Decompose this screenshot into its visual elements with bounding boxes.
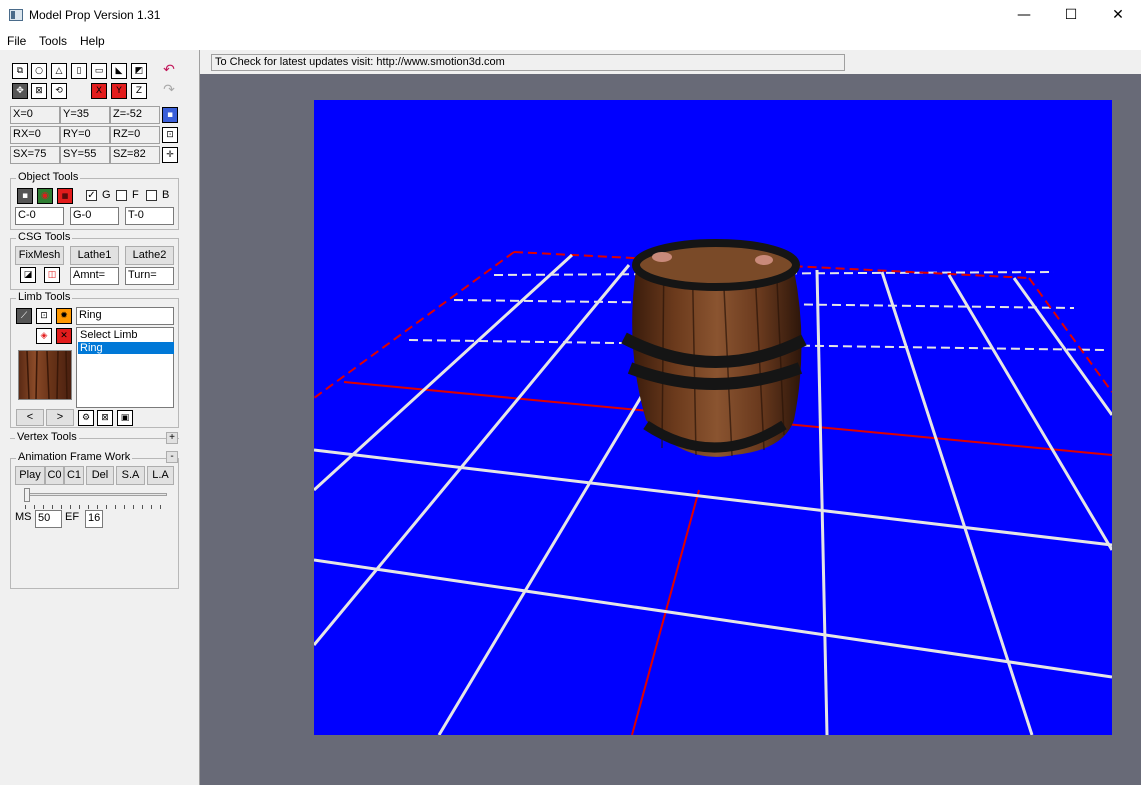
limb-name-input[interactable]: Ring: [76, 307, 174, 325]
limb-delete-icon[interactable]: ✕: [56, 328, 72, 344]
axis-x-button[interactable]: X: [91, 83, 107, 99]
x-scale-field[interactable]: SX=75: [10, 146, 60, 164]
menu-file[interactable]: File: [7, 34, 26, 48]
object-tools-label: Object Tools: [16, 171, 81, 183]
ef-field[interactable]: 16: [85, 510, 103, 528]
x-rotation-field[interactable]: RX=0: [10, 126, 60, 144]
color-icon[interactable]: ◉: [37, 188, 53, 204]
tool-panel: ⧉ ○ △ ▯ ▭ ◣ ◩ ↶ ✥ ⊠ ⟲ X Y Z ↷ X=0 Y=35 Z…: [0, 50, 200, 785]
select-icon[interactable]: ⊠: [31, 83, 47, 99]
limb-draw-icon[interactable]: ⟋: [16, 308, 32, 324]
menu-help[interactable]: Help: [80, 34, 105, 48]
title-bar: Model Prop Version 1.31 — ☐ ✕: [0, 0, 1141, 31]
frame-slider-track[interactable]: [25, 493, 167, 496]
axis-y-button[interactable]: Y: [111, 83, 127, 99]
app-icon: [9, 9, 23, 21]
limb-copy-icon[interactable]: ⊠: [97, 410, 113, 426]
z-scale-field[interactable]: SZ=82: [110, 146, 160, 164]
fixmesh-button[interactable]: FixMesh: [15, 246, 64, 265]
maximize-button[interactable]: ☐: [1048, 0, 1094, 31]
amount-field[interactable]: Amnt=: [70, 267, 119, 285]
b-checkbox[interactable]: [146, 190, 157, 201]
y-scale-field[interactable]: SY=55: [60, 146, 110, 164]
animation-collapse-button[interactable]: -: [166, 451, 178, 463]
scale-mode-icon[interactable]: ✛: [162, 147, 178, 163]
frame-slider-ticks: [25, 505, 167, 509]
t-field[interactable]: T-0: [125, 207, 174, 225]
cone-primitive-icon[interactable]: △: [51, 63, 67, 79]
limb-sun-icon[interactable]: ✹: [56, 308, 72, 324]
ms-label: MS: [15, 511, 32, 523]
delete-frame-button[interactable]: Del: [86, 466, 114, 485]
window-title: Model Prop Version 1.31: [29, 8, 161, 22]
limb-prev-button[interactable]: <: [16, 409, 44, 426]
z-rotation-field[interactable]: RZ=0: [110, 126, 160, 144]
limb-list-item-selected[interactable]: Ring: [78, 342, 174, 354]
limb-select-icon[interactable]: ⊡: [36, 308, 52, 324]
move-icon[interactable]: ✥: [12, 83, 28, 99]
3d-viewport[interactable]: [314, 100, 1112, 735]
play-button[interactable]: Play: [15, 466, 45, 485]
limb-gear-icon[interactable]: ⚙: [78, 410, 94, 426]
redo-icon[interactable]: ↷: [161, 83, 177, 99]
c1-button[interactable]: C1: [64, 466, 84, 485]
close-button[interactable]: ✕: [1095, 0, 1141, 31]
texture-preview: [18, 350, 72, 400]
lathe2-button[interactable]: Lathe2: [125, 246, 174, 265]
vertex-tools-label: Vertex Tools: [15, 431, 79, 443]
minimize-button[interactable]: —: [1001, 0, 1047, 31]
vertex-tools-group: Vertex Tools: [10, 431, 179, 443]
c0-button[interactable]: C0: [45, 466, 64, 485]
wedge-primitive-icon[interactable]: ◣: [111, 63, 127, 79]
limb-list-item[interactable]: Select Limb: [78, 329, 174, 341]
c-field[interactable]: C-0: [15, 207, 64, 225]
f-check-label: F: [132, 189, 139, 201]
axis-z-button[interactable]: Z: [131, 83, 147, 99]
undo-icon[interactable]: ↶: [161, 63, 177, 79]
f-checkbox[interactable]: [116, 190, 127, 201]
import-icon[interactable]: ◩: [131, 63, 147, 79]
y-position-field[interactable]: Y=35: [60, 106, 110, 124]
g-field[interactable]: G-0: [70, 207, 119, 225]
limb-list[interactable]: Select Limb Ring: [76, 327, 174, 408]
texture-icon[interactable]: ▦: [57, 188, 73, 204]
wood-texture-swatch: [19, 350, 71, 400]
viewport-scene: [314, 239, 1112, 735]
vertex-tools-expand-button[interactable]: +: [166, 432, 178, 444]
y-rotation-field[interactable]: RY=0: [60, 126, 110, 144]
x-position-field[interactable]: X=0: [10, 106, 60, 124]
g-checkbox[interactable]: ✓: [86, 190, 97, 201]
load-animation-button[interactable]: L.A: [147, 466, 174, 485]
csg-tools-label: CSG Tools: [16, 231, 73, 243]
plane-primitive-icon[interactable]: ▭: [91, 63, 107, 79]
cube-primitive-icon[interactable]: ⧉: [12, 63, 28, 79]
menu-bar: File Tools Help: [0, 31, 1141, 50]
limb-save-icon[interactable]: ▣: [117, 410, 133, 426]
ms-field[interactable]: 50: [35, 510, 62, 528]
cylinder-primitive-icon[interactable]: ▯: [71, 63, 87, 79]
g-check-label: G: [102, 189, 111, 201]
ef-label: EF: [65, 511, 80, 523]
position-mode-icon[interactable]: ▪: [162, 107, 178, 123]
update-status-text: To Check for latest updates visit: http:…: [211, 54, 845, 71]
barrel-model: [621, 239, 807, 457]
rotation-mode-icon[interactable]: ⊡: [162, 127, 178, 143]
limb-tools-label: Limb Tools: [16, 291, 73, 303]
csg-subtract-icon[interactable]: ◫: [44, 267, 60, 283]
animation-label: Animation Frame Work: [16, 451, 133, 463]
turn-field[interactable]: Turn=: [125, 267, 174, 285]
limb-next-button[interactable]: >: [46, 409, 74, 426]
menu-tools[interactable]: Tools: [39, 34, 67, 48]
b-check-label: B: [162, 189, 170, 201]
lathe1-button[interactable]: Lathe1: [70, 246, 119, 265]
sphere-primitive-icon[interactable]: ○: [31, 63, 47, 79]
z-position-field[interactable]: Z=-52: [110, 106, 160, 124]
csg-union-icon[interactable]: ◪: [20, 267, 36, 283]
object-select-icon[interactable]: ▪: [17, 188, 33, 204]
limb-add-icon[interactable]: ◈: [36, 328, 52, 344]
frame-slider-thumb[interactable]: [24, 488, 30, 502]
rotate-icon[interactable]: ⟲: [51, 83, 67, 99]
save-animation-button[interactable]: S.A: [116, 466, 145, 485]
